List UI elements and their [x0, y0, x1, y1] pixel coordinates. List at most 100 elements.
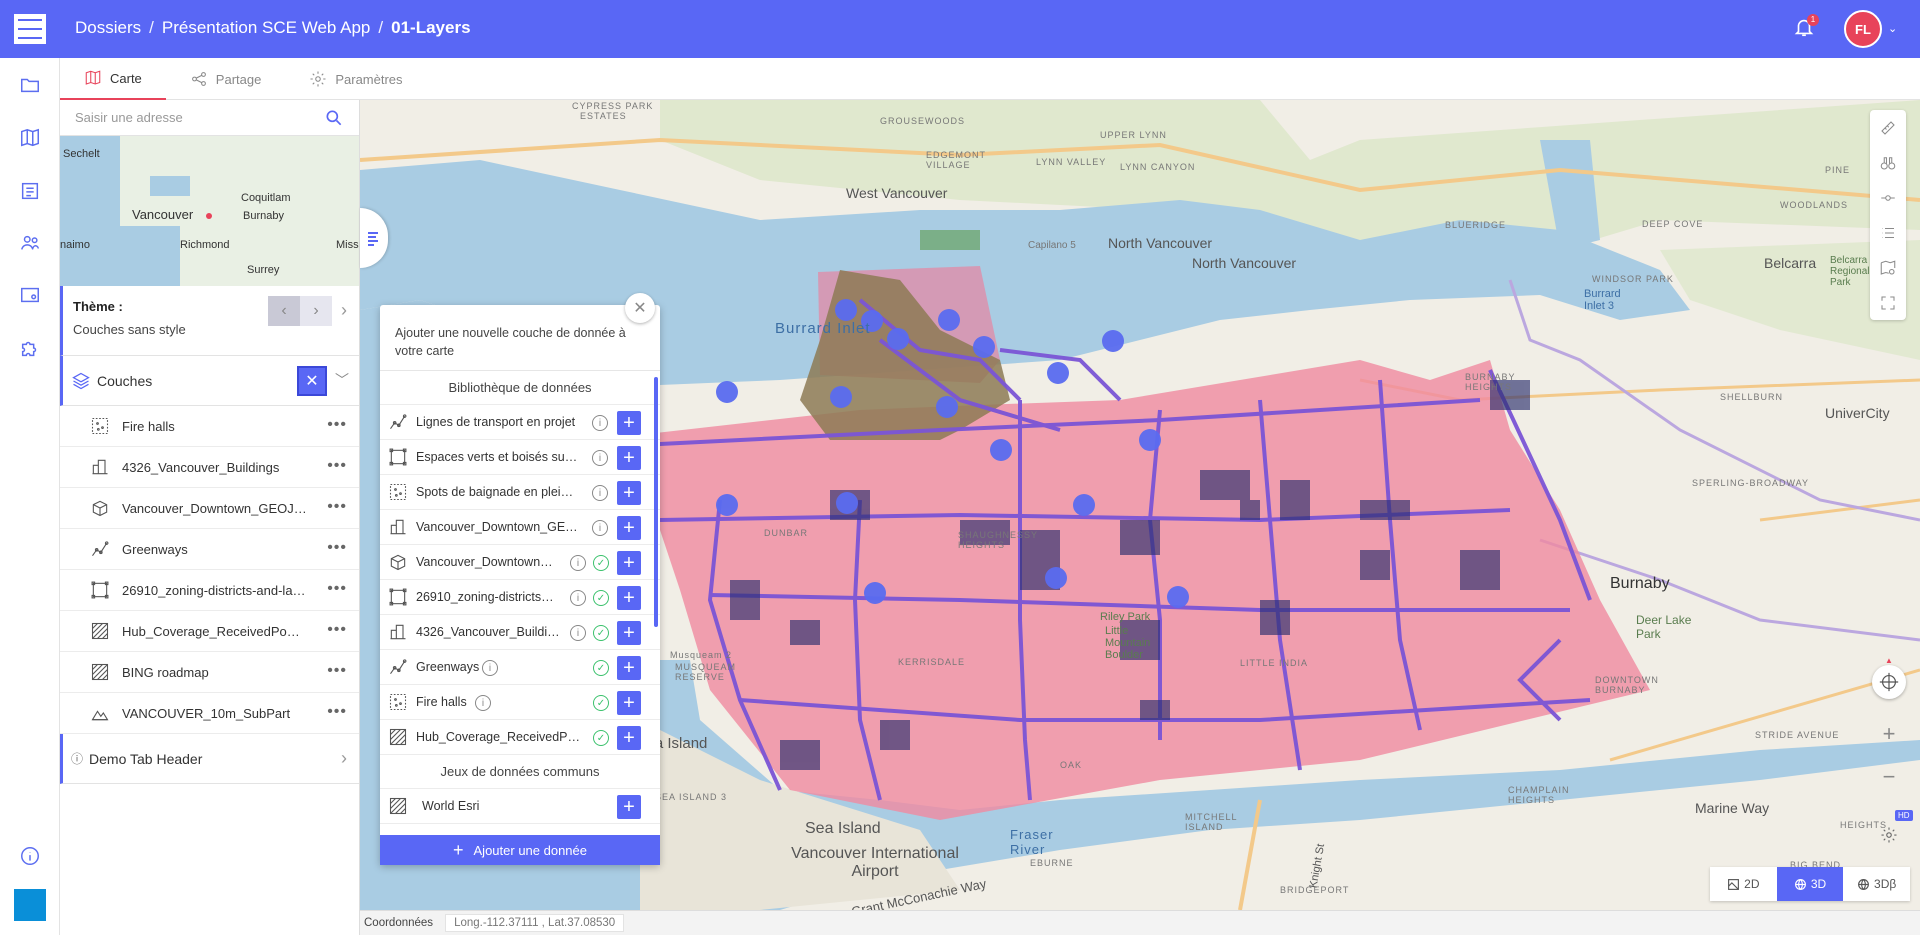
- overview-minimap[interactable]: Sechelt Coquitlam Vancouver Burnaby Rich…: [60, 136, 359, 286]
- chevron-right-icon[interactable]: ›: [341, 748, 347, 769]
- add-layer-button[interactable]: +: [617, 726, 641, 750]
- view-mode-3d[interactable]: 3D: [1776, 867, 1844, 901]
- add-layer-button[interactable]: +: [617, 411, 641, 435]
- more-options-icon[interactable]: •••: [327, 662, 347, 680]
- tab-partage[interactable]: Partage: [166, 58, 286, 100]
- chevron-down-icon[interactable]: ⌄: [1888, 22, 1897, 35]
- library-item[interactable]: Vancouver_Downtown_GEOJSON i ✓ +: [380, 545, 660, 580]
- library-item[interactable]: Vancouver_Downtown_GEOJSON i +: [380, 510, 660, 545]
- menu-icon[interactable]: [14, 14, 46, 44]
- popup-scrollbar[interactable]: [654, 377, 658, 627]
- info-icon[interactable]: i: [592, 485, 608, 501]
- add-layer-button[interactable]: +: [617, 481, 641, 505]
- users-icon[interactable]: [15, 228, 45, 258]
- close-layers-button[interactable]: ✕: [297, 366, 327, 396]
- add-layer-button[interactable]: +: [617, 586, 641, 610]
- demo-tab-header[interactable]: ⓘ Demo Tab Header ›: [60, 734, 359, 784]
- list-tool[interactable]: [1870, 215, 1906, 250]
- more-options-icon[interactable]: •••: [327, 416, 347, 434]
- add-data-button[interactable]: + Ajouter une donnée: [380, 835, 660, 865]
- add-layer-button[interactable]: +: [617, 691, 641, 715]
- info-icon[interactable]: i: [570, 555, 586, 571]
- more-options-icon[interactable]: •••: [327, 457, 347, 475]
- map-app-icon[interactable]: [15, 123, 45, 153]
- zoom-out-button[interactable]: −: [1872, 760, 1906, 794]
- add-layer-button[interactable]: +: [617, 621, 641, 645]
- view-mode-2d[interactable]: 2D: [1710, 867, 1777, 901]
- search-icon[interactable]: [324, 108, 344, 128]
- layers-section-header[interactable]: Couches ✕ ﹀: [60, 356, 359, 406]
- library-item[interactable]: Lignes de transport en projet i +: [380, 405, 660, 440]
- common-item[interactable]: World Esri +: [380, 789, 660, 824]
- tab-parametres[interactable]: Paramètres: [285, 58, 426, 100]
- library-item[interactable]: 26910_zoning-districts-and-labels i ✓ +: [380, 580, 660, 615]
- library-item[interactable]: Espaces verts et boisés surfaciques i +: [380, 440, 660, 475]
- info-icon[interactable]: [15, 841, 45, 871]
- folder-icon[interactable]: [15, 70, 45, 100]
- library-item[interactable]: Greenways i ✓ +: [380, 650, 660, 685]
- building-layer-icon: [390, 624, 406, 640]
- chevron-right-icon[interactable]: ›: [341, 300, 347, 321]
- layer-item[interactable]: BING roadmap •••: [60, 652, 359, 693]
- layer-item[interactable]: VANCOUVER_10m_SubPart •••: [60, 693, 359, 734]
- check-icon: ✓: [593, 695, 609, 711]
- common-section-title: Jeux de données communs: [380, 755, 660, 789]
- notifications-button[interactable]: 1: [1793, 14, 1819, 40]
- more-options-icon[interactable]: •••: [327, 539, 347, 557]
- add-layer-button[interactable]: +: [617, 656, 641, 680]
- library-item[interactable]: Hub_Coverage_ReceivedPower ✓ +: [380, 720, 660, 755]
- compass-button[interactable]: ▲: [1872, 656, 1906, 699]
- gear-icon: [310, 71, 326, 87]
- commit-tool[interactable]: [1870, 180, 1906, 215]
- info-icon[interactable]: i: [592, 415, 608, 431]
- chevron-right-icon[interactable]: ›: [300, 296, 332, 326]
- measure-tool[interactable]: [1870, 110, 1906, 145]
- add-layer-button[interactable]: +: [617, 516, 641, 540]
- info-icon[interactable]: i: [592, 520, 608, 536]
- info-icon[interactable]: i: [570, 625, 586, 641]
- more-options-icon[interactable]: •••: [327, 498, 347, 516]
- info-icon[interactable]: i: [570, 590, 586, 606]
- more-options-icon[interactable]: •••: [327, 580, 347, 598]
- chevron-down-icon[interactable]: ﹀: [335, 370, 349, 390]
- layer-item[interactable]: Fire halls •••: [60, 406, 359, 447]
- map-label: BLUERIDGE: [1445, 220, 1507, 230]
- map-label: North Vancouver: [1192, 255, 1297, 271]
- map-settings-button[interactable]: [1872, 818, 1906, 852]
- breadcrumb: Dossiers / Présentation SCE Web App / 01…: [75, 18, 471, 38]
- fullscreen-tool[interactable]: [1870, 285, 1906, 320]
- layer-item[interactable]: Vancouver_Downtown_GEOJSON •••: [60, 488, 359, 529]
- add-layer-button[interactable]: +: [617, 795, 641, 819]
- tab-carte[interactable]: Carte: [60, 58, 166, 100]
- breadcrumb-project[interactable]: Présentation SCE Web App: [162, 18, 371, 38]
- layer-item[interactable]: 4326_Vancouver_Buildings •••: [60, 447, 359, 488]
- user-avatar[interactable]: FL: [1844, 10, 1882, 48]
- layer-item[interactable]: Greenways •••: [60, 529, 359, 570]
- raster-layer-icon: [389, 797, 407, 815]
- close-popup-button[interactable]: ✕: [625, 293, 655, 323]
- info-icon[interactable]: i: [475, 695, 491, 711]
- layer-item[interactable]: Hub_Coverage_ReceivedPower •••: [60, 611, 359, 652]
- map-gear-tool[interactable]: [1870, 250, 1906, 285]
- chevron-left-icon[interactable]: ‹: [268, 296, 300, 326]
- settings-card-icon[interactable]: [15, 280, 45, 310]
- library-item[interactable]: Fire halls i ✓ +: [380, 685, 660, 720]
- library-item[interactable]: 4326_Vancouver_Buildings i ✓ +: [380, 615, 660, 650]
- info-icon[interactable]: i: [592, 450, 608, 466]
- puzzle-icon[interactable]: [15, 333, 45, 363]
- binoculars-tool[interactable]: [1870, 145, 1906, 180]
- breadcrumb-root[interactable]: Dossiers: [75, 18, 141, 38]
- layer-name: 26910_zoning-districts-and-labels: [122, 582, 307, 598]
- zoom-in-button[interactable]: +: [1872, 717, 1906, 751]
- raster-layer-icon: [91, 622, 109, 640]
- info-icon[interactable]: i: [482, 660, 498, 676]
- search-input[interactable]: [75, 110, 324, 125]
- add-layer-button[interactable]: +: [617, 551, 641, 575]
- more-options-icon[interactable]: •••: [327, 703, 347, 721]
- add-layer-button[interactable]: +: [617, 446, 641, 470]
- layer-item[interactable]: 26910_zoning-districts-and-labels •••: [60, 570, 359, 611]
- library-item[interactable]: Spots de baignade en plein air i +: [380, 475, 660, 510]
- more-options-icon[interactable]: •••: [327, 621, 347, 639]
- catalog-icon[interactable]: [15, 176, 45, 206]
- view-mode-3d-beta[interactable]: 3Dβ: [1843, 867, 1910, 901]
